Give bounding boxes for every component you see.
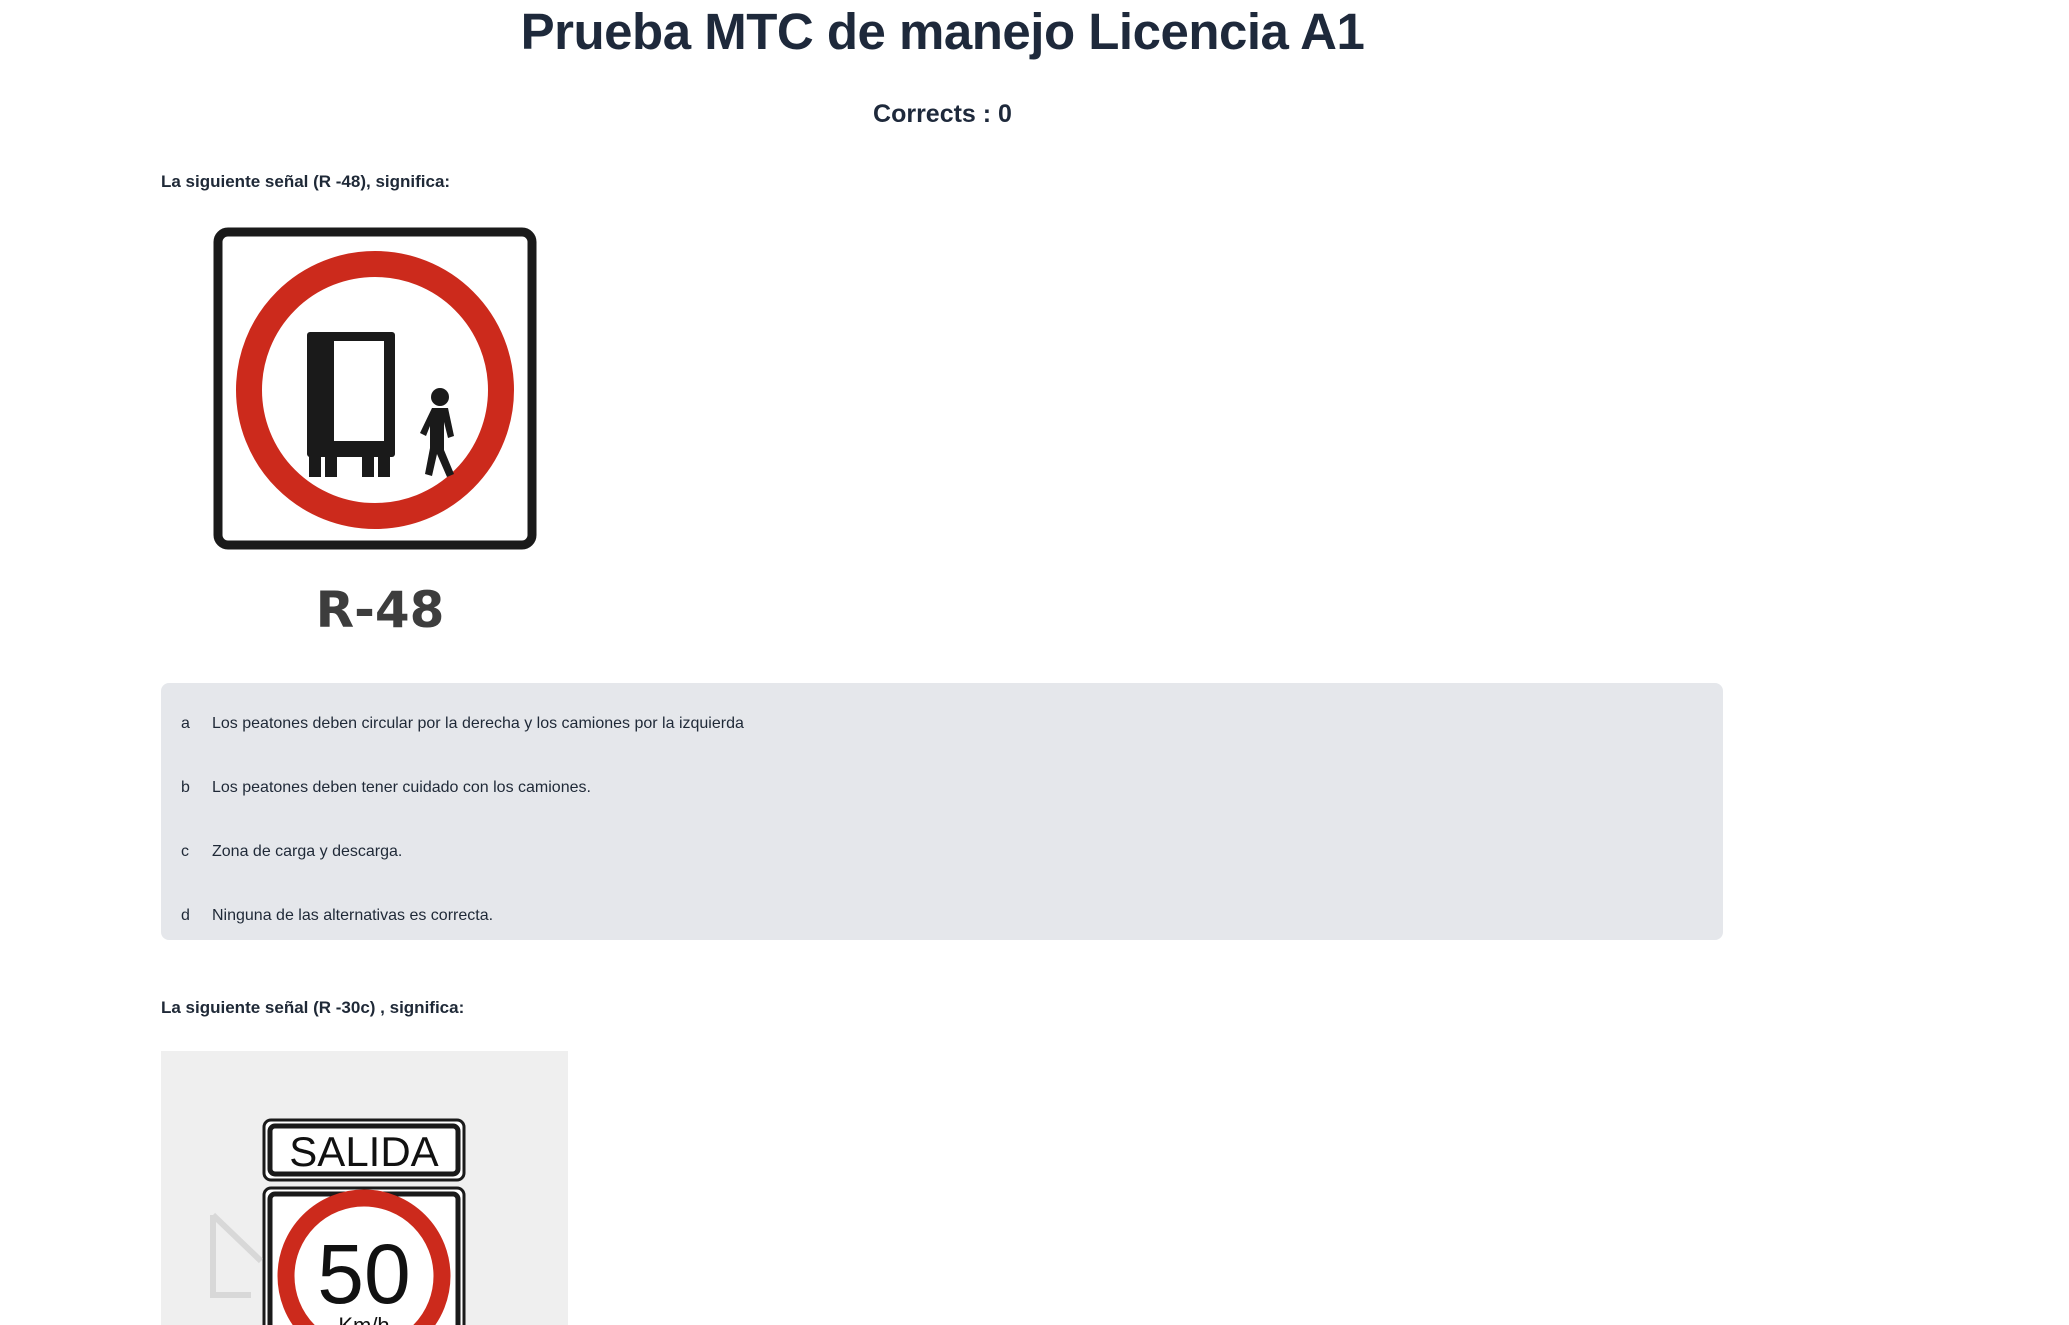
truck-icon bbox=[307, 332, 395, 477]
salida-label: SALIDA bbox=[289, 1128, 438, 1175]
option-text: Ninguna de las alternativas es correcta. bbox=[212, 907, 494, 924]
question-1-text: La siguiente señal (R -48), significa: bbox=[161, 172, 451, 191]
answer-options: a Los peatones deben circular por la der… bbox=[161, 683, 1723, 940]
option-text: Los peatones deben tener cuidado con los… bbox=[212, 779, 591, 796]
option-letter: c bbox=[181, 843, 189, 860]
speed-unit: Km/h bbox=[338, 1313, 389, 1325]
watermark-logo bbox=[210, 1212, 264, 1298]
speed-value: 50 bbox=[317, 1227, 410, 1321]
score-counter: Corrects : 0 bbox=[873, 100, 1012, 128]
option-letter: b bbox=[181, 779, 190, 796]
sign-caption: R-48 bbox=[316, 581, 445, 639]
page-title: Prueba MTC de manejo Licencia A1 bbox=[520, 3, 1365, 60]
road-sign-r30c-icon: SALIDA 50 Km/h bbox=[161, 1051, 568, 1325]
road-sign-r30c-image: SALIDA 50 Km/h bbox=[210, 1118, 466, 1325]
option-a[interactable]: a Los peatones deben circular por la der… bbox=[161, 704, 1723, 744]
option-letter: d bbox=[181, 907, 190, 924]
option-d[interactable]: d Ninguna de las alternativas es correct… bbox=[161, 896, 1723, 936]
option-text: Los peatones deben circular por la derec… bbox=[212, 715, 744, 732]
road-sign-r48-icon: R-48 bbox=[208, 222, 572, 642]
option-b[interactable]: b Los peatones deben tener cuidado con l… bbox=[161, 768, 1723, 808]
road-sign-r48-image: R-48 bbox=[213, 227, 537, 639]
option-letter: a bbox=[181, 715, 190, 732]
question-2-text: La siguiente señal (R -30c) , significa: bbox=[161, 998, 465, 1017]
option-c[interactable]: c Zona de carga y descarga. bbox=[161, 832, 1723, 872]
option-text: Zona de carga y descarga. bbox=[212, 843, 403, 860]
